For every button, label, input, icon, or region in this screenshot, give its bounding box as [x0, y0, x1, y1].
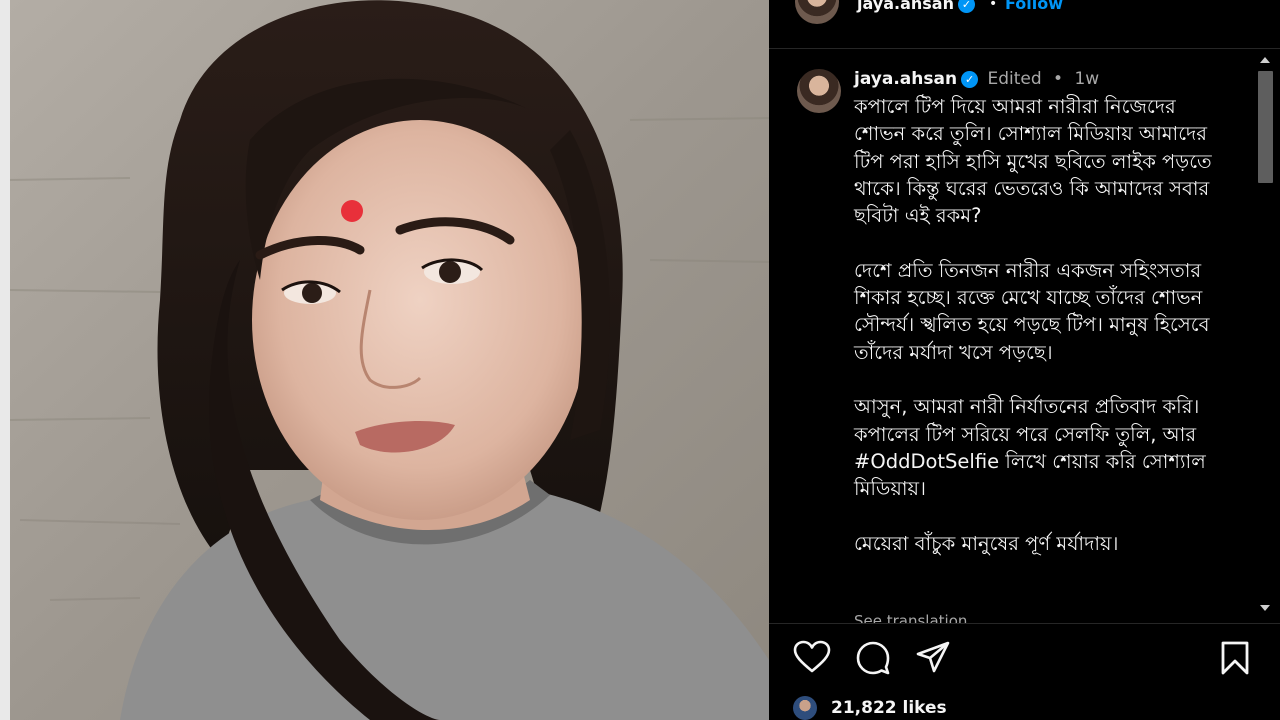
author-avatar[interactable]: [795, 0, 839, 24]
see-translation-link[interactable]: See translation: [854, 612, 967, 623]
action-bar: [769, 640, 1280, 688]
selfie-image: [10, 0, 769, 720]
post-photo[interactable]: [10, 0, 769, 720]
post-time[interactable]: 1w: [1074, 69, 1099, 89]
caption-scrollbar[interactable]: [1252, 49, 1280, 623]
caption-text: কপালে টিপ দিয়ে আমরা নারীরা নিজেদের শোভন…: [854, 93, 1229, 584]
caption-area: jaya.ahsan ✓ Edited • 1w কপালে টিপ দিয়ে …: [769, 49, 1249, 623]
header-separator: •: [989, 0, 998, 12]
verified-badge-icon: ✓: [961, 71, 979, 88]
caption-paragraph: কপালে টিপ দিয়ে আমরা নারীরা নিজেদের শোভন…: [854, 95, 1212, 228]
likes-row: 21,822 likes: [769, 692, 1280, 720]
author-username[interactable]: jaya.ahsan ✓: [857, 0, 975, 13]
comment-icon[interactable]: [855, 640, 891, 680]
post-header: jaya.ahsan ✓ • Follow •••: [769, 0, 1280, 49]
scroll-down-arrow-icon[interactable]: [1260, 605, 1270, 611]
scroll-thumb[interactable]: [1258, 71, 1273, 183]
likes-count[interactable]: 21,822 likes: [831, 698, 947, 718]
bindi-dot: [341, 200, 363, 222]
post-panel: jaya.ahsan✓ • Follow ••• jaya.ahsan✓ Edi…: [769, 0, 1280, 720]
share-icon[interactable]: [915, 640, 951, 680]
more-icon[interactable]: •••: [1224, 0, 1266, 11]
follow-button[interactable]: Follow: [1005, 0, 1063, 13]
caption-paragraph: দেশে প্রতি তিনজন নারীর একজন সহিংসতার শিক…: [854, 258, 1210, 364]
edited-label: Edited: [987, 69, 1042, 89]
liker-avatar[interactable]: [793, 696, 817, 720]
username-text[interactable]: jaya.ahsan: [857, 0, 954, 13]
scroll-up-arrow-icon[interactable]: [1260, 57, 1270, 63]
window-edge: [0, 0, 10, 720]
caption-username[interactable]: jaya.ahsan: [854, 69, 957, 89]
caption-paragraph: মেয়েরা বাঁচুক মানুষের পূর্ণ মর্যাদায়।: [854, 531, 1119, 555]
verified-badge-icon: ✓: [958, 0, 975, 13]
divider: [769, 623, 1280, 624]
heart-icon[interactable]: [793, 640, 831, 678]
bookmark-icon[interactable]: [1219, 640, 1251, 680]
caption-meta: jaya.ahsan ✓ Edited • 1w: [854, 69, 1099, 89]
caption-paragraph: আসুন, আমরা নারী নির্যাতনের প্রতিবাদ করি।…: [854, 395, 1206, 501]
meta-separator: •: [1053, 69, 1064, 89]
caption-avatar[interactable]: [797, 69, 841, 113]
